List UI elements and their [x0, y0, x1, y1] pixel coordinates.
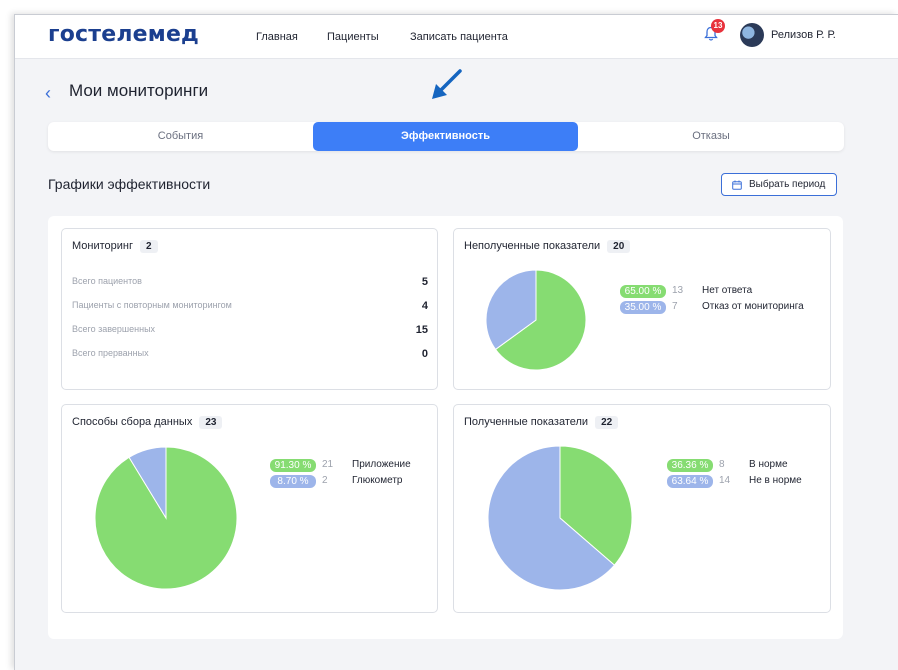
monitoring-count: 2: [140, 240, 158, 253]
calendar-icon: [732, 180, 742, 190]
received-indicators-card: Полученные показатели 22 36.36 % 8 В норм…: [453, 404, 831, 613]
legend-count: 14: [719, 475, 731, 486]
legend-percent: 65.00 %: [620, 285, 666, 298]
stat-label: Всего завершенных: [72, 324, 156, 334]
stat-row: Всего завершенных 15: [72, 324, 428, 338]
legend-label: Глюкометр: [352, 475, 403, 486]
select-period-label: Выбрать период: [749, 179, 826, 190]
unreceived-indicators-card: Неполученные показатели 20 65.00 % 13 Нет…: [453, 228, 831, 390]
stat-row: Пациенты с повторным мониторингом 4: [72, 300, 428, 314]
legend-label: Отказ от мониторинга: [702, 301, 804, 312]
page-title: Мои мониторинги: [69, 81, 209, 100]
legend-count: 13: [672, 285, 684, 296]
legend-label: Не в норме: [749, 475, 802, 486]
stat-value: 0: [421, 348, 428, 360]
stat-value: 15: [415, 324, 428, 336]
legend-percent: 63.64 %: [667, 475, 713, 488]
legend-label: Нет ответа: [702, 285, 753, 296]
legend-percent: 8.70 %: [270, 475, 316, 488]
user-name[interactable]: Релизов Р. Р.: [771, 29, 836, 41]
legend-percent: 91.30 %: [270, 459, 316, 472]
chevron-left-icon[interactable]: ‹: [45, 84, 51, 102]
legend-percent: 35.00 %: [620, 301, 666, 314]
top-navbar: гостелемед Главная Пациенты Записать пац…: [15, 15, 898, 59]
nav-link-home[interactable]: Главная: [256, 31, 298, 43]
section-title: Графики эффективности: [48, 176, 211, 192]
monitoring-card: Мониторинг 2 Всего пациентов 5 Пациенты с…: [61, 228, 438, 390]
data-collection-pie-chart: [94, 446, 238, 590]
nav-link-book-patient[interactable]: Записать пациента: [410, 31, 508, 43]
stat-value: 4: [421, 300, 428, 312]
legend-label: В норме: [749, 459, 788, 470]
stat-row: Всего прерванных 0: [72, 348, 428, 362]
tab-events[interactable]: События: [48, 122, 313, 151]
logo[interactable]: гостелемед: [48, 22, 199, 47]
avatar[interactable]: [740, 23, 764, 47]
legend-count: 21: [322, 459, 334, 470]
pointer-arrow-icon: [432, 69, 462, 99]
legend-count: 8: [719, 459, 725, 470]
stat-row: Всего пациентов 5: [72, 276, 428, 290]
stat-label: Пациенты с повторным мониторингом: [72, 300, 232, 310]
data-collection-card: Способы сбора данных 23 91.30 % 21 Прилож…: [61, 404, 438, 613]
tab-effectiveness[interactable]: Эффективность: [313, 122, 578, 151]
nav-link-patients[interactable]: Пациенты: [327, 31, 379, 43]
notification-badge: 13: [711, 19, 725, 33]
charts-panel: Мониторинг 2 Всего пациентов 5 Пациенты с…: [48, 216, 843, 639]
stat-label: Всего прерванных: [72, 348, 149, 358]
card-title: Мониторинг 2: [72, 240, 158, 253]
stat-label: Всего пациентов: [72, 276, 142, 286]
tab-bar: События Эффективность Отказы: [48, 122, 844, 151]
select-period-button[interactable]: Выбрать период: [721, 173, 837, 196]
monitoring-title: Мониторинг: [72, 240, 134, 252]
legend-count: 2: [322, 475, 328, 486]
tab-refusals[interactable]: Отказы: [578, 122, 844, 151]
app-window: гостелемед Главная Пациенты Записать пац…: [14, 14, 898, 670]
stat-value: 5: [421, 276, 428, 288]
legend-count: 7: [672, 301, 678, 312]
received-pie-chart: [487, 445, 633, 591]
legend-percent: 36.36 %: [667, 459, 713, 472]
legend-label: Приложение: [352, 459, 411, 470]
